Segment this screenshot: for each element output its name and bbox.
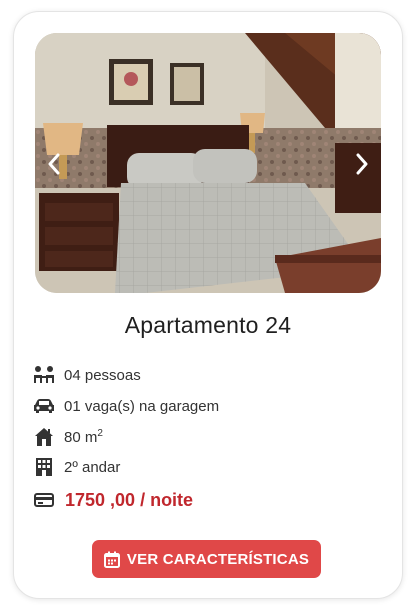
carousel-next-button[interactable]	[349, 147, 375, 181]
house-icon	[33, 426, 55, 448]
feature-price: 1750 ,00 / noite	[33, 489, 193, 511]
room-photo-carousel[interactable]	[35, 33, 381, 293]
chevron-right-icon	[356, 153, 368, 175]
view-features-label: VER CARACTERÍSTICAS	[126, 550, 310, 568]
chevron-left-icon	[48, 153, 60, 175]
feature-area: 80 m2	[33, 426, 103, 448]
carousel-prev-button[interactable]	[41, 147, 67, 181]
floor-text: 2º andar	[64, 458, 121, 476]
feature-parking: 01 vaga(s) na garagem	[33, 395, 219, 417]
view-features-button[interactable]: VER CARACTERÍSTICAS	[92, 540, 321, 578]
area-value: 80 m	[64, 428, 98, 446]
calendar-icon	[103, 551, 120, 568]
guests-text: 04 pessoas	[64, 366, 141, 384]
area-text: 80 m2	[64, 427, 103, 446]
car-icon	[33, 395, 55, 417]
room-photo	[35, 33, 381, 293]
listing-title: Apartamento 24	[124, 312, 292, 338]
credit-card-icon	[33, 489, 55, 511]
building-icon	[33, 456, 55, 478]
people-icon	[33, 364, 55, 386]
listing-card: Apartamento 24 04 pessoas 01 vaga(s) na …	[13, 11, 403, 599]
feature-guests: 04 pessoas	[33, 364, 141, 386]
price-text: 1750 ,00 / noite	[65, 489, 194, 510]
area-unit-superscript: 2	[97, 427, 103, 439]
parking-text: 01 vaga(s) na garagem	[64, 397, 220, 415]
feature-floor: 2º andar	[33, 456, 120, 478]
